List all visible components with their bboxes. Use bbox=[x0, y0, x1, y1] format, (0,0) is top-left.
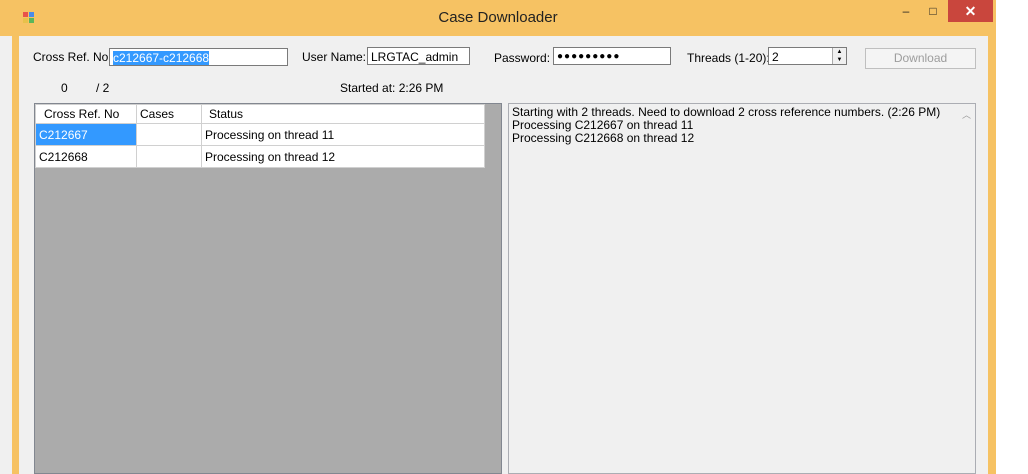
column-header-status[interactable]: Status bbox=[201, 104, 485, 124]
spin-up-icon[interactable]: ▲ bbox=[832, 48, 846, 56]
column-header-cases[interactable]: Cases bbox=[136, 104, 202, 124]
threads-stepper[interactable]: 2 ▲ ▼ bbox=[768, 47, 847, 65]
cell-cases[interactable] bbox=[136, 145, 202, 168]
title-bar[interactable]: Case Downloader – □ ✕ bbox=[0, 0, 996, 36]
password-input[interactable]: ●●●●●●●●● bbox=[553, 47, 671, 65]
scroll-up-arrow-icon[interactable]: ︿ bbox=[962, 108, 971, 121]
window-title: Case Downloader bbox=[438, 9, 558, 26]
window-frame-left bbox=[12, 36, 19, 474]
download-button[interactable]: Download bbox=[865, 48, 976, 69]
cell-status[interactable]: Processing on thread 12 bbox=[201, 145, 485, 168]
cell-status[interactable]: Processing on thread 11 bbox=[201, 123, 485, 146]
progress-done-count: 0 bbox=[61, 81, 68, 95]
username-input[interactable]: LRGTAC_admin bbox=[367, 47, 470, 65]
crossref-label: Cross Ref. No bbox=[33, 50, 109, 64]
started-at-text: Started at: 2:26 PM bbox=[340, 81, 444, 95]
username-label: User Name: bbox=[302, 50, 367, 64]
threads-label: Threads (1-20): bbox=[687, 51, 770, 65]
minimize-button[interactable]: – bbox=[893, 0, 919, 22]
cell-crossref[interactable]: C212667 bbox=[35, 123, 137, 146]
column-header-crossref[interactable]: Cross Ref. No bbox=[35, 104, 137, 124]
threads-value: 2 bbox=[772, 50, 779, 64]
results-grid[interactable]: Cross Ref. No Cases Status C212667 Proce… bbox=[34, 103, 502, 474]
log-textbox[interactable]: Starting with 2 threads. Need to downloa… bbox=[508, 103, 976, 474]
window-frame-right bbox=[988, 36, 996, 474]
form-client-area: Cross Ref. No c212667-c212668 User Name:… bbox=[19, 36, 988, 474]
results-table: Cross Ref. No Cases Status C212667 Proce… bbox=[35, 104, 485, 168]
table-row[interactable]: C212667 Processing on thread 11 bbox=[35, 123, 485, 146]
grid-header-row: Cross Ref. No Cases Status bbox=[35, 104, 485, 124]
cell-cases[interactable] bbox=[136, 123, 202, 146]
crossref-input[interactable]: c212667-c212668 bbox=[109, 48, 288, 66]
log-scrollbar[interactable]: ︿ bbox=[958, 104, 975, 473]
maximize-button[interactable]: □ bbox=[920, 0, 946, 22]
table-row[interactable]: C212668 Processing on thread 12 bbox=[35, 145, 485, 168]
close-button[interactable]: ✕ bbox=[948, 0, 993, 22]
spin-down-icon[interactable]: ▼ bbox=[832, 56, 846, 64]
log-line: Processing C212668 on thread 12 bbox=[512, 131, 695, 145]
password-label: Password: bbox=[494, 51, 551, 65]
cell-crossref[interactable]: C212668 bbox=[35, 145, 137, 168]
crossref-value: c212667-c212668 bbox=[113, 51, 210, 65]
case-downloader-window: Case Downloader – □ ✕ Cross Ref. No c212… bbox=[0, 0, 996, 474]
log-lines: Starting with 2 threads. Need to downloa… bbox=[510, 106, 940, 145]
progress-total-count: / 2 bbox=[96, 81, 110, 95]
